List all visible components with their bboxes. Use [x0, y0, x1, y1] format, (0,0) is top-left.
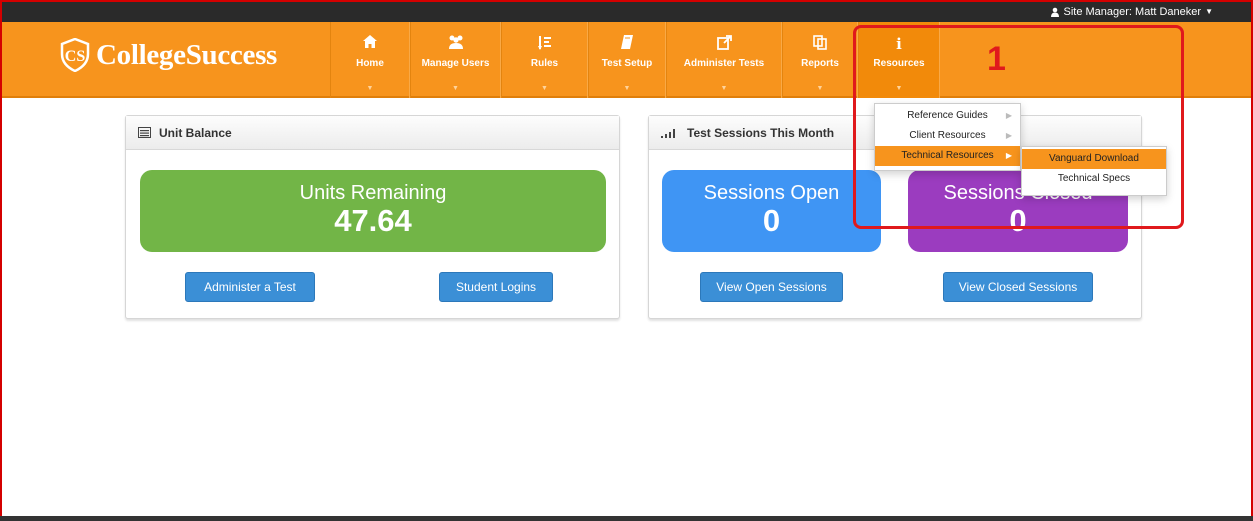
caret-down-icon: ▼ — [452, 85, 459, 92]
user-label: Site Manager: Matt Daneker — [1063, 6, 1202, 18]
top-bar: Site Manager: Matt Daneker ▼ — [2, 2, 1251, 22]
caret-down-icon: ▼ — [720, 85, 728, 92]
nav-label: Rules — [530, 58, 559, 69]
nav-menu: Home ▼ Manage Users ▼ Rules ▼ Test Setup… — [330, 22, 940, 98]
rules-icon — [537, 35, 552, 53]
nav-label: Test Setup — [601, 58, 653, 69]
units-remaining-value: 47.64 — [334, 203, 412, 238]
sessions-open-card: Sessions Open 0 — [662, 170, 881, 252]
caret-down-icon: ▼ — [366, 85, 374, 92]
svg-text:CS: CS — [65, 48, 86, 65]
sessions-open-label: Sessions Open — [703, 182, 840, 204]
shield-logo-icon: CS — [60, 38, 90, 72]
units-remaining-card: Units Remaining 47.64 — [140, 170, 606, 252]
brand-name: CollegeSuccess — [96, 38, 278, 71]
signal-bars-icon — [661, 128, 675, 138]
nav-reports[interactable]: Reports ▼ — [782, 22, 858, 98]
copy-icon — [813, 35, 827, 53]
nav-label: Manage Users — [421, 58, 490, 69]
view-open-sessions-button[interactable]: View Open Sessions — [700, 272, 843, 302]
nav-administer-tests[interactable]: Administer Tests ▼ — [666, 22, 782, 98]
panel-title: Unit Balance — [159, 125, 232, 140]
nav-rules[interactable]: Rules ▼ — [501, 22, 588, 98]
brand-logo-link[interactable]: CS CollegeSuccess — [60, 38, 277, 72]
bottom-bar — [0, 516, 1253, 521]
users-icon — [446, 35, 466, 53]
nav-label: Home — [356, 58, 384, 69]
external-link-icon — [716, 35, 732, 53]
sessions-open-value: 0 — [762, 203, 781, 238]
administer-test-button[interactable]: Administer a Test — [185, 272, 315, 302]
panel-title: Test Sessions This Month — [687, 125, 835, 140]
caret-down-icon: ▼ — [623, 85, 631, 92]
home-icon — [363, 35, 377, 53]
caret-down-icon: ▼ — [541, 85, 548, 92]
caret-down-icon: ▼ — [816, 85, 824, 92]
view-closed-sessions-button[interactable]: View Closed Sessions — [943, 272, 1093, 302]
student-logins-button[interactable]: Student Logins — [439, 272, 553, 302]
nav-label: Administer Tests — [683, 58, 765, 69]
panel-header: Unit Balance — [126, 116, 619, 150]
nav-label: Reports — [801, 58, 839, 69]
nav-home[interactable]: Home ▼ — [330, 22, 410, 98]
list-icon — [138, 127, 151, 138]
annotation-highlight-box — [853, 25, 1184, 229]
book-icon — [621, 35, 633, 53]
nav-manage-users[interactable]: Manage Users ▼ — [410, 22, 501, 98]
units-remaining-label: Units Remaining — [299, 182, 447, 204]
annotation-step-number: 1 — [987, 40, 1006, 78]
user-menu[interactable]: Site Manager: Matt Daneker ▼ — [1050, 5, 1213, 19]
caret-down-icon: ▼ — [1205, 7, 1213, 16]
user-icon — [1050, 7, 1059, 17]
nav-test-setup[interactable]: Test Setup ▼ — [588, 22, 666, 98]
